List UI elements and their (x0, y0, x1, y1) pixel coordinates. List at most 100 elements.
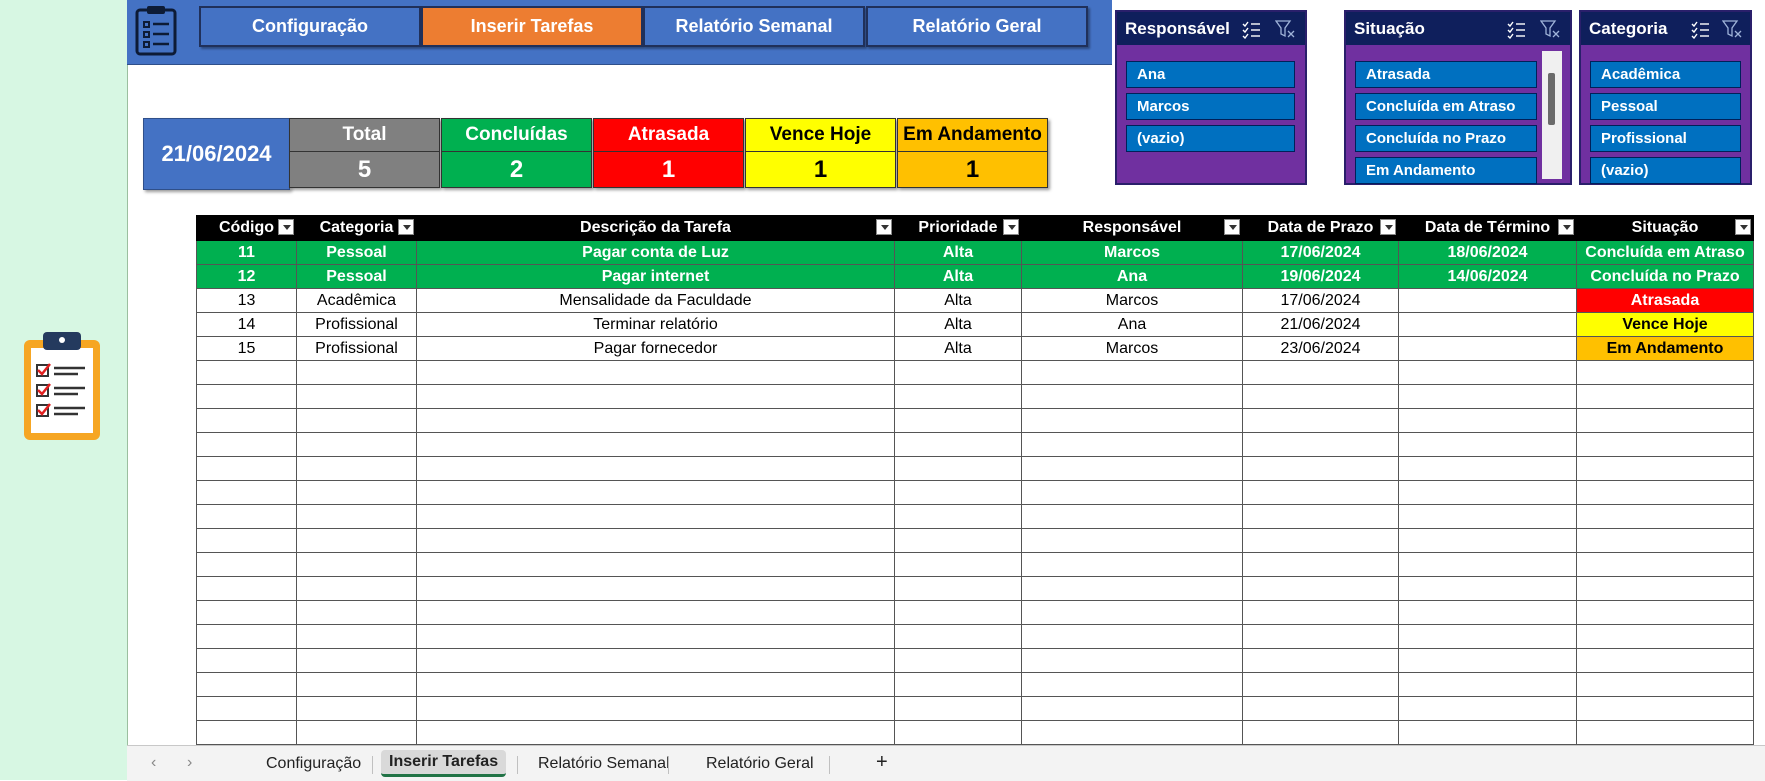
sheet-tab-configuracao[interactable]: Configuração (266, 755, 361, 773)
empty-cell[interactable] (1021, 600, 1243, 625)
empty-cell[interactable] (416, 600, 895, 625)
empty-cell[interactable] (1021, 432, 1243, 457)
empty-cell[interactable] (1576, 360, 1754, 385)
empty-cell[interactable] (1021, 672, 1243, 697)
nav-button-relatorio-geral[interactable]: Relatório Geral (866, 6, 1088, 47)
empty-cell[interactable] (1398, 624, 1577, 649)
empty-cell[interactable] (196, 696, 297, 721)
empty-cell[interactable] (1398, 480, 1577, 505)
empty-cell[interactable] (1398, 648, 1577, 673)
status-cell[interactable]: Vence Hoje (1576, 312, 1754, 337)
empty-cell[interactable] (1398, 600, 1577, 625)
empty-cell[interactable] (196, 384, 297, 409)
empty-cell[interactable] (1242, 552, 1399, 577)
empty-cell[interactable] (894, 696, 1022, 721)
empty-cell[interactable] (416, 360, 895, 385)
empty-cell[interactable] (1398, 576, 1577, 601)
empty-cell[interactable] (894, 432, 1022, 457)
cell[interactable]: Concluída no Prazo (1576, 264, 1754, 289)
empty-cell[interactable] (296, 432, 417, 457)
empty-cell[interactable] (1576, 624, 1754, 649)
slicer-item-vazio[interactable]: (vazio) (1126, 125, 1295, 152)
empty-cell[interactable] (296, 384, 417, 409)
cell[interactable]: 21/06/2024 (1242, 312, 1399, 337)
cell[interactable]: Alta (894, 240, 1022, 265)
cell[interactable]: Terminar relatório (416, 312, 895, 337)
slicer-item-ana[interactable]: Ana (1126, 61, 1295, 88)
chevron-right-icon[interactable]: › (187, 754, 192, 772)
scrollbar-thumb[interactable] (1548, 73, 1555, 125)
empty-cell[interactable] (196, 576, 297, 601)
empty-cell[interactable] (1021, 528, 1243, 553)
empty-cell[interactable] (1242, 408, 1399, 433)
clear-filter-icon[interactable] (1722, 19, 1742, 39)
filter-dropdown-button[interactable] (1224, 219, 1240, 235)
empty-cell[interactable] (894, 624, 1022, 649)
empty-cell[interactable] (1576, 480, 1754, 505)
empty-cell[interactable] (416, 672, 895, 697)
cell[interactable]: 13 (196, 288, 297, 313)
filter-dropdown-button[interactable] (1558, 219, 1574, 235)
empty-cell[interactable] (1398, 408, 1577, 433)
empty-cell[interactable] (1576, 600, 1754, 625)
filter-dropdown-button[interactable] (1735, 219, 1751, 235)
filter-dropdown-button[interactable] (1380, 219, 1396, 235)
empty-cell[interactable] (1576, 648, 1754, 673)
cell[interactable]: Acadêmica (296, 288, 417, 313)
empty-cell[interactable] (894, 648, 1022, 673)
empty-cell[interactable] (1242, 384, 1399, 409)
empty-cell[interactable] (416, 528, 895, 553)
empty-cell[interactable] (894, 720, 1022, 745)
cell[interactable]: Ana (1021, 264, 1243, 289)
empty-cell[interactable] (1398, 360, 1577, 385)
empty-cell[interactable] (894, 576, 1022, 601)
cell[interactable]: 17/06/2024 (1242, 288, 1399, 313)
cell[interactable]: Ana (1021, 312, 1243, 337)
cell[interactable]: Profissional (296, 336, 417, 361)
empty-cell[interactable] (1576, 504, 1754, 529)
empty-cell[interactable] (416, 456, 895, 481)
cell[interactable] (1398, 288, 1577, 313)
empty-cell[interactable] (296, 624, 417, 649)
clear-filter-icon[interactable] (1275, 19, 1295, 39)
empty-cell[interactable] (296, 672, 417, 697)
empty-cell[interactable] (1021, 360, 1243, 385)
empty-cell[interactable] (196, 480, 297, 505)
empty-cell[interactable] (1576, 384, 1754, 409)
empty-cell[interactable] (296, 552, 417, 577)
empty-cell[interactable] (196, 552, 297, 577)
cell[interactable]: 18/06/2024 (1398, 240, 1577, 265)
multi-select-icon[interactable] (1241, 19, 1261, 39)
empty-cell[interactable] (1021, 648, 1243, 673)
cell[interactable]: Mensalidade da Faculdade (416, 288, 895, 313)
nav-button-configuracao[interactable]: Configuração (199, 6, 421, 47)
cell[interactable]: Profissional (296, 312, 417, 337)
empty-cell[interactable] (196, 432, 297, 457)
empty-cell[interactable] (1242, 696, 1399, 721)
empty-cell[interactable] (416, 696, 895, 721)
empty-cell[interactable] (416, 504, 895, 529)
empty-cell[interactable] (196, 360, 297, 385)
empty-cell[interactable] (196, 720, 297, 745)
slicer-item-concluida-no-prazo[interactable]: Concluída no Prazo (1355, 125, 1537, 152)
slicer-item-academica[interactable]: Acadêmica (1590, 61, 1741, 88)
empty-cell[interactable] (1398, 672, 1577, 697)
empty-cell[interactable] (416, 408, 895, 433)
empty-cell[interactable] (1021, 552, 1243, 577)
empty-cell[interactable] (1242, 720, 1399, 745)
sheet-tab-relatorio-semanal[interactable]: Relatório Semanal (538, 755, 670, 773)
empty-cell[interactable] (296, 648, 417, 673)
chevron-left-icon[interactable]: ‹ (151, 754, 156, 772)
sheet-tab-inserir-tarefas[interactable]: Inserir Tarefas (381, 750, 507, 777)
empty-cell[interactable] (296, 576, 417, 601)
empty-cell[interactable] (1576, 408, 1754, 433)
slicer-item-marcos[interactable]: Marcos (1126, 93, 1295, 120)
filter-dropdown-button[interactable] (1003, 219, 1019, 235)
empty-cell[interactable] (416, 384, 895, 409)
empty-cell[interactable] (1242, 648, 1399, 673)
empty-cell[interactable] (1242, 624, 1399, 649)
empty-cell[interactable] (196, 648, 297, 673)
empty-cell[interactable] (1242, 576, 1399, 601)
filter-dropdown-button[interactable] (876, 219, 892, 235)
empty-cell[interactable] (1398, 696, 1577, 721)
